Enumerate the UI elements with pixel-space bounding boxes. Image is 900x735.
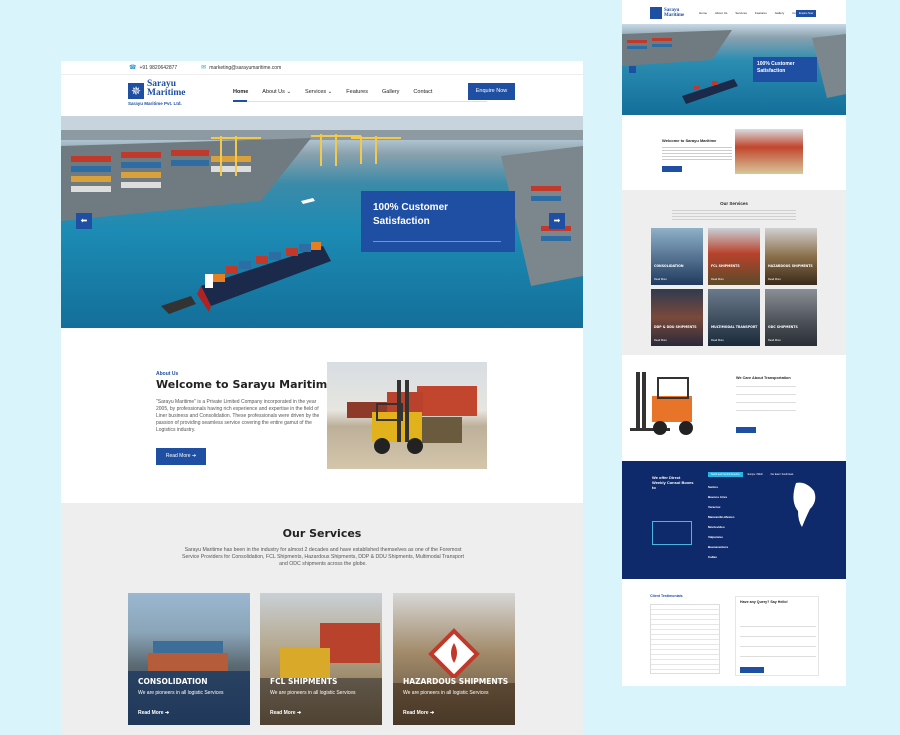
- logo-icon[interactable]: ✵: [128, 83, 144, 99]
- arrow-circle-icon: ➔: [191, 453, 197, 459]
- phone-contact[interactable]: ☎ +91 9820642877: [129, 64, 177, 71]
- services-body: Sarayu Maritime has been in the industry…: [182, 547, 464, 568]
- about-read-more-button[interactable]: Read More ➔: [156, 448, 206, 465]
- caption-divider: [373, 241, 501, 242]
- mini-hero-caption: 100% Customer Satisfaction: [753, 57, 817, 82]
- top-contact-bar: ☎ +91 9820642877 ✉ marketing@sarayumaritim…: [61, 61, 583, 75]
- homepage-mockup-large: ☎ +91 9820642877 ✉ marketing@sarayumaritim…: [61, 61, 583, 735]
- nav-about-us[interactable]: About Us ⌄: [262, 89, 291, 95]
- read-more-link[interactable]: Read More ➔: [403, 710, 434, 716]
- nav-gallery[interactable]: Gallery: [382, 89, 399, 95]
- read-more-link[interactable]: Read More ➔: [138, 710, 169, 716]
- mini-about-text: [662, 147, 732, 161]
- mini-about-title: Welcome to Sarayu Maritime: [662, 138, 717, 143]
- slider-prev-button[interactable]: ⬅: [76, 213, 92, 229]
- nav-underline-track: [233, 101, 487, 102]
- phone-icon: ☎: [129, 65, 137, 71]
- email-contact[interactable]: ✉ marketing@sarayumaritime.com: [201, 64, 281, 71]
- forklift-image: [327, 362, 487, 469]
- about-title: Welcome to Sarayu Maritime: [156, 378, 335, 391]
- hero-caption-box: 100% Customer Satisfaction: [361, 191, 515, 252]
- hero-slider: 100% Customer Satisfaction ⬅ ➡: [61, 116, 583, 328]
- about-section: About Us Welcome to Sarayu Maritime "Sar…: [61, 328, 583, 503]
- mini-services-title: Our Services: [720, 201, 748, 206]
- mini-services-text: [672, 210, 796, 220]
- chevron-down-icon: ⌄: [327, 89, 333, 95]
- forklift-icon: [630, 372, 693, 435]
- services-section: Our Services Sarayu Maritime has been in…: [61, 503, 583, 735]
- forklift-photo: [347, 380, 477, 454]
- mini-read-more[interactable]: [662, 166, 682, 172]
- service-card-consolidation[interactable]: CONSOLIDATION We are pioneers in all log…: [128, 593, 250, 725]
- about-kicker: About Us: [156, 371, 179, 377]
- enquire-now-button[interactable]: Enquire Now: [468, 83, 515, 100]
- mini-testimonial-card: [650, 604, 720, 674]
- logo-text[interactable]: Sarayu Maritime: [147, 79, 207, 98]
- about-body: "Sarayu Maritime" is a Private Limited C…: [156, 399, 320, 433]
- mini-service-tile[interactable]: MULTIMODAL TRANSPORT Read More: [708, 289, 760, 346]
- mini-nav: HomeAbout UsServicesFeaturesGalleryConta…: [699, 11, 803, 15]
- nav-home[interactable]: Home: [233, 89, 248, 95]
- mini-testimonials-title: Client Testimonials: [650, 594, 683, 598]
- container-forklift-photo: [260, 623, 382, 725]
- site-header: ✵ Sarayu Maritime Sarayu Maritime Pvt. Lt…: [61, 75, 583, 116]
- ship-photo: [128, 641, 250, 725]
- mini-forklift-cutout: [630, 372, 722, 438]
- mini-transport-read-more[interactable]: [736, 427, 756, 433]
- mini-consol-section: We offer Direct Weekly Consol Boxes to S…: [622, 461, 846, 579]
- mini-transport-title: We Care About Transportation: [736, 376, 791, 380]
- arrow-circle-icon: ➔: [296, 710, 302, 716]
- arrow-left-icon: ⬅: [80, 216, 88, 225]
- homepage-mockup-full: Sarayu Maritime Home About Us Services Featu…: [622, 0, 846, 686]
- main-nav: Home About Us ⌄ Services ⌄ Features Gall…: [233, 89, 446, 95]
- mini-enquire-button[interactable]: Enquire Now: [796, 10, 816, 17]
- mini-hero: 100% Customer Satisfaction: [622, 24, 846, 115]
- mini-services-section: Our Services CONSOLIDATION Read More FCL …: [622, 190, 846, 355]
- logo-text[interactable]: Sarayu Maritime: [664, 8, 684, 18]
- nav-active-indicator: [233, 100, 247, 102]
- arrow-circle-icon: ➔: [164, 710, 170, 716]
- mini-service-tile[interactable]: ODC SHIPMENTS Read More: [765, 289, 817, 346]
- mini-service-tile[interactable]: CONSOLIDATION Read More: [651, 228, 703, 285]
- chevron-down-icon: ⌄: [286, 89, 292, 95]
- slider-next-button[interactable]: ➡: [549, 213, 565, 229]
- arrow-right-icon: ➡: [553, 216, 561, 225]
- arrow-circle-icon: ➔: [429, 710, 435, 716]
- service-card-fcl-shipments[interactable]: FCL SHIPMENTS We are pioneers in all log…: [260, 593, 382, 725]
- services-title: Our Services: [282, 527, 362, 540]
- south-america-map-icon: [793, 482, 816, 527]
- mini-region-tabs: South and Central America Europe / MED F…: [708, 472, 796, 477]
- nav-services[interactable]: Services ⌄: [305, 89, 332, 95]
- mini-service-tile[interactable]: HAZARDOUS SHIPMENTS Read More: [765, 228, 817, 285]
- mini-consol-highlight: [652, 521, 692, 545]
- read-more-link[interactable]: Read More ➔: [270, 710, 301, 716]
- nav-features[interactable]: Features: [346, 89, 368, 95]
- mini-slider-prev[interactable]: [629, 66, 636, 73]
- logo-tagline: Sarayu Maritime Pvt. Ltd.: [128, 101, 182, 106]
- hazard-sign-photo: [393, 628, 515, 725]
- mini-query-title: Have any Query? Say Hello!: [740, 600, 788, 604]
- mini-service-tile[interactable]: DDP & DDU SHIPMENTS Read More: [651, 289, 703, 346]
- mini-consol-title: We offer Direct Weekly Consol Boxes to: [652, 475, 694, 490]
- mini-forklift-image: [735, 129, 803, 174]
- mini-port-list: Santos Buenos Aires Veracruz Manzanillo-Mex…: [708, 485, 735, 559]
- mini-form-fields[interactable]: [740, 617, 816, 661]
- logo-icon[interactable]: [650, 7, 662, 19]
- mini-contact-form: Have any Query? Say Hello!: [735, 596, 819, 676]
- mini-form-submit[interactable]: [740, 667, 764, 673]
- mini-service-tile[interactable]: FCL SHIPMENTS Read More: [708, 228, 760, 285]
- mini-transport-list: [736, 386, 796, 416]
- mail-icon: ✉: [201, 65, 207, 71]
- service-card-hazardous-shipments[interactable]: HAZARDOUS SHIPMENTS We are pioneers in a…: [393, 593, 515, 725]
- nav-contact[interactable]: Contact: [413, 89, 432, 95]
